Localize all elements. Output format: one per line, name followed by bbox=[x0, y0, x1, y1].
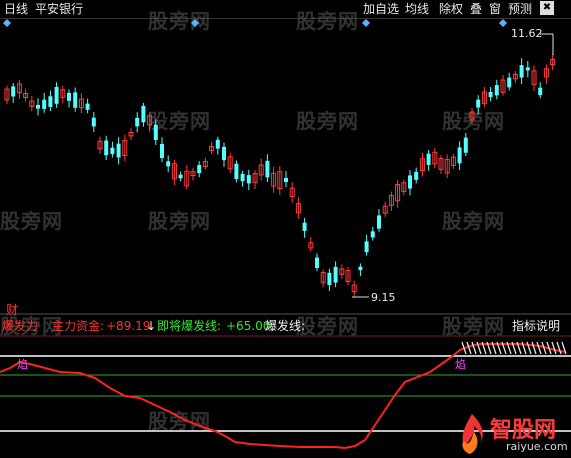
candle-body bbox=[364, 241, 369, 253]
candle-body bbox=[104, 140, 109, 156]
candlestick-chart[interactable] bbox=[0, 0, 571, 458]
site-logo: 智股网 raiyue.com bbox=[452, 412, 568, 456]
flame-marker-label: 焰 bbox=[17, 358, 28, 371]
candle-body bbox=[507, 77, 512, 88]
high-price-label: 11.62 bbox=[511, 27, 543, 40]
candle-body bbox=[42, 99, 47, 109]
candle-body bbox=[91, 117, 96, 127]
candle-body bbox=[85, 103, 90, 110]
imminent-label: 即将爆发线: bbox=[157, 319, 222, 333]
candle-body bbox=[463, 137, 468, 153]
main-fund-value: +89.19 bbox=[106, 319, 151, 333]
candle-body bbox=[116, 143, 121, 158]
indicator-help-button[interactable]: 指标说明 bbox=[512, 319, 560, 333]
candle-body bbox=[408, 175, 412, 189]
hatch-mark bbox=[471, 341, 477, 355]
candle-body bbox=[315, 257, 319, 268]
burst-label: 爆发线: bbox=[265, 319, 306, 333]
candle-body bbox=[284, 177, 288, 183]
indicator-title: 爆发力 bbox=[2, 319, 39, 333]
down-arrow: ↓ bbox=[146, 319, 157, 333]
candle-body bbox=[36, 104, 40, 109]
marker-diamond bbox=[362, 19, 370, 27]
flame-marker-label: 焰 bbox=[455, 358, 466, 371]
candle-body bbox=[73, 92, 78, 108]
candle-body bbox=[370, 231, 375, 238]
candle-body bbox=[222, 146, 226, 161]
candle-body bbox=[240, 173, 245, 182]
hatch-mark bbox=[551, 341, 557, 355]
candle-body bbox=[476, 99, 481, 108]
candle-body bbox=[414, 171, 419, 180]
logo-domain: raiyue.com bbox=[506, 440, 568, 453]
candle-body bbox=[494, 85, 499, 96]
candle-body bbox=[135, 117, 140, 127]
candle-body bbox=[302, 222, 307, 231]
candle-body bbox=[358, 266, 363, 271]
candle-body bbox=[333, 266, 338, 283]
candle-body bbox=[327, 272, 332, 286]
flame-icon bbox=[462, 414, 483, 454]
candle-body bbox=[54, 87, 59, 104]
candle-body bbox=[178, 174, 183, 179]
candle-body bbox=[166, 161, 171, 167]
marker-diamond bbox=[191, 19, 199, 27]
hatch-mark bbox=[526, 341, 532, 355]
low-price-label: 9.15 bbox=[371, 291, 396, 304]
candle-body bbox=[519, 65, 524, 78]
cai-label: 财 bbox=[6, 303, 19, 317]
marker-diamond bbox=[3, 19, 11, 27]
candle-body bbox=[246, 175, 251, 184]
hatch-mark bbox=[536, 341, 542, 355]
candle-body bbox=[11, 86, 16, 97]
candle-body bbox=[110, 147, 115, 154]
candle-body bbox=[488, 91, 493, 98]
candle-body bbox=[197, 165, 202, 174]
candle-body bbox=[426, 153, 431, 165]
candle-body bbox=[457, 147, 462, 164]
candle-body bbox=[234, 163, 239, 180]
main-fund-label: 主力资金: bbox=[52, 319, 105, 333]
hatch-mark bbox=[556, 341, 562, 355]
candle-body bbox=[525, 67, 530, 71]
candle-body bbox=[153, 124, 158, 141]
candle-body bbox=[377, 215, 381, 229]
candle-body bbox=[48, 96, 53, 107]
candle-body bbox=[67, 92, 71, 101]
imminent-value: +65.00 bbox=[226, 319, 271, 333]
marker-diamond bbox=[499, 19, 507, 27]
hatch-mark bbox=[531, 341, 537, 355]
candle-body bbox=[141, 105, 146, 123]
candle-body bbox=[265, 160, 270, 178]
candle-body bbox=[538, 87, 543, 96]
candle-body bbox=[215, 139, 220, 149]
candle-body bbox=[160, 143, 164, 159]
